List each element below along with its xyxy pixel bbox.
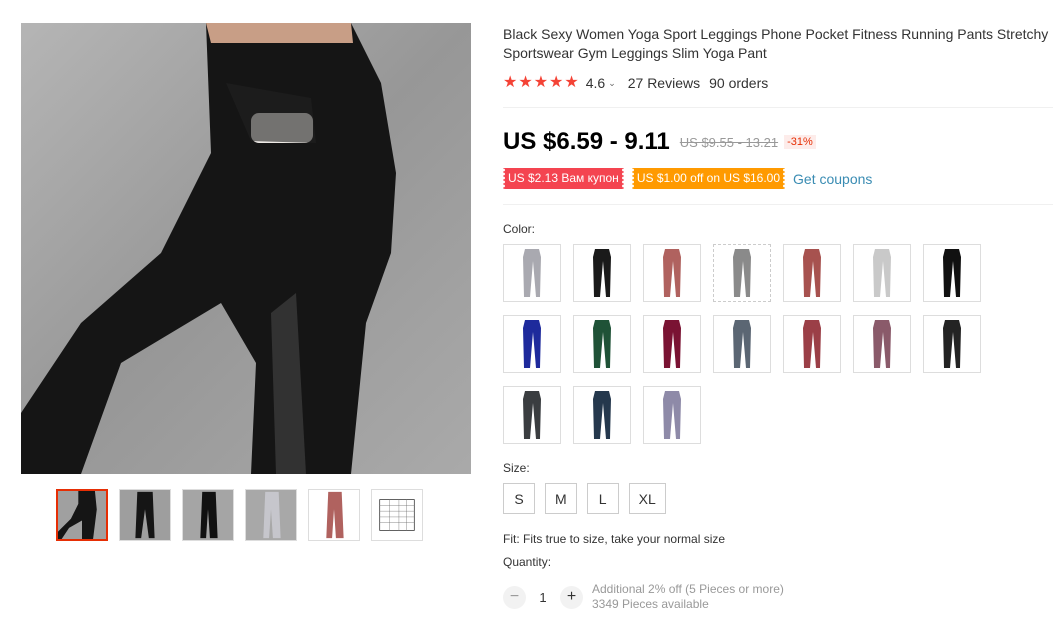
color-swatches	[503, 244, 993, 444]
color-swatch[interactable]	[573, 315, 631, 373]
divider	[503, 204, 1053, 205]
coupon-row: US $2.13 Вам купон US $1.00 off on US $1…	[502, 168, 872, 189]
leggings-icon	[943, 320, 961, 368]
leggings-icon	[593, 320, 611, 368]
color-swatch[interactable]	[923, 244, 981, 302]
reviews-link[interactable]: 27 Reviews	[628, 75, 700, 91]
discount-coupon[interactable]: US $1.00 off on US $16.00	[630, 168, 787, 189]
color-swatch[interactable]	[713, 315, 771, 373]
leggings-icon	[523, 391, 541, 439]
thumbnail-strip	[56, 489, 423, 541]
leggings-icon	[873, 249, 891, 297]
chevron-down-icon[interactable]: ⌄	[608, 78, 616, 89]
leggings-icon	[943, 249, 961, 297]
leggings-icon	[803, 249, 821, 297]
thumbnail[interactable]	[119, 489, 171, 541]
store-coupon[interactable]: US $2.13 Вам купон	[502, 168, 625, 189]
quantity-label: Quantity:	[503, 555, 552, 569]
size-option-m[interactable]: M	[545, 483, 577, 514]
current-price: US $6.59 - 9.11	[503, 128, 670, 155]
thumbnail[interactable]	[245, 489, 297, 541]
divider	[503, 107, 1053, 108]
leggings-icon	[523, 249, 541, 297]
color-swatch[interactable]	[643, 315, 701, 373]
color-swatch[interactable]	[713, 244, 771, 302]
orders-count: 90 orders	[709, 75, 769, 91]
color-label: Color:	[503, 222, 536, 236]
color-swatch[interactable]	[853, 315, 911, 373]
size-label: Size:	[503, 461, 530, 475]
star-icon: ★	[518, 74, 533, 91]
price-row: US $6.59 - 9.11 US $9.55 - 13.21 -31%	[503, 128, 816, 156]
get-coupons-link[interactable]: Get coupons	[793, 171, 872, 187]
leggings-icon	[873, 320, 891, 368]
color-swatch[interactable]	[923, 315, 981, 373]
quantity-stepper: − 1 + Additional 2% off (5 Pieces or mor…	[503, 582, 784, 612]
main-product-image[interactable]	[21, 23, 471, 474]
rating-value[interactable]: 4.6	[586, 75, 605, 91]
leggings-icon	[663, 391, 681, 439]
stock-available: 3349 Pieces available	[592, 597, 709, 611]
color-swatch[interactable]	[643, 386, 701, 444]
thumbnail[interactable]	[56, 489, 108, 541]
size-chart-thumbnail[interactable]	[371, 489, 423, 541]
thumbnail[interactable]	[308, 489, 360, 541]
bulk-discount-note: Additional 2% off (5 Pieces or more)	[592, 582, 784, 596]
leggings-photo	[21, 23, 471, 474]
color-swatch[interactable]	[573, 244, 631, 302]
star-icon: ★	[533, 74, 549, 91]
color-swatch[interactable]	[573, 386, 631, 444]
rating-row: ★ ★ ★ ★ ★ 4.6 ⌄ 27 Reviews 90 orders	[503, 74, 768, 92]
product-title: Black Sexy Women Yoga Sport Leggings Pho…	[503, 26, 1049, 61]
quantity-input[interactable]: 1	[531, 590, 555, 605]
color-swatch[interactable]	[643, 244, 701, 302]
leggings-icon	[663, 249, 681, 297]
thumbnail[interactable]	[182, 489, 234, 541]
size-options: S M L XL	[503, 483, 666, 514]
leggings-icon	[593, 249, 611, 297]
star-icon: ★	[564, 74, 579, 91]
leggings-icon	[663, 320, 681, 368]
discount-badge: -31%	[784, 135, 816, 149]
size-option-s[interactable]: S	[503, 483, 535, 514]
original-price: US $9.55 - 13.21	[679, 134, 779, 150]
quantity-info: Additional 2% off (5 Pieces or more) 334…	[592, 582, 784, 612]
leggings-icon	[523, 320, 541, 368]
leggings-icon	[593, 391, 611, 439]
decrease-quantity-button[interactable]: −	[503, 585, 526, 609]
star-icon: ★	[503, 74, 518, 91]
size-option-l[interactable]: L	[586, 483, 619, 514]
color-swatch[interactable]	[503, 315, 561, 373]
color-swatch[interactable]	[503, 244, 561, 302]
color-swatch[interactable]	[783, 315, 841, 373]
leggings-icon	[803, 320, 821, 368]
leggings-icon	[733, 249, 751, 297]
rating-stars: ★ ★ ★ ★ ★	[503, 75, 579, 91]
fit-note: Fit: Fits true to size, take your normal…	[503, 532, 726, 546]
color-swatch[interactable]	[853, 244, 911, 302]
size-option-xl[interactable]: XL	[628, 483, 666, 514]
color-swatch[interactable]	[783, 244, 841, 302]
leggings-icon	[733, 320, 751, 368]
star-icon: ★	[549, 74, 564, 91]
color-swatch[interactable]	[503, 386, 561, 444]
increase-quantity-button[interactable]: +	[560, 585, 583, 609]
